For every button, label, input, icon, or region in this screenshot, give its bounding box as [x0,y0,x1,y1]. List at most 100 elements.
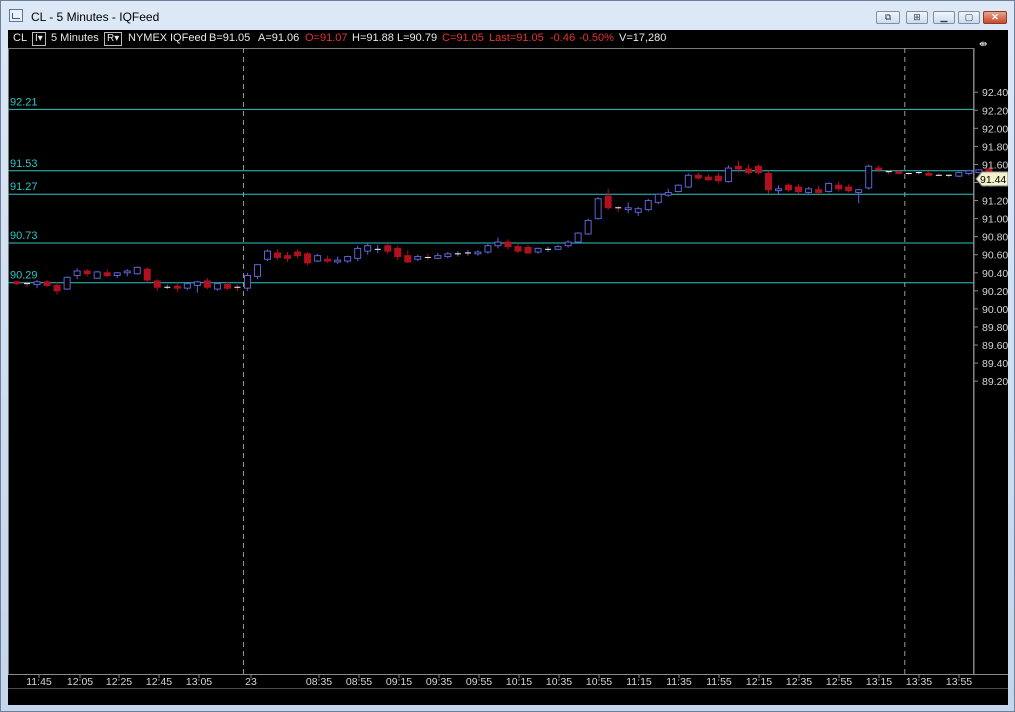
candle-body [955,172,963,177]
candle-body [103,272,111,277]
candle [113,271,121,279]
candle-body [274,252,282,258]
x-tick-label: 09:35 [426,676,452,688]
candle-body [13,281,21,285]
restore-pane-button[interactable]: ⧉ [876,11,900,24]
candle [624,202,632,214]
candle [334,256,342,264]
candle [594,196,602,220]
x-tick-label: 13:15 [866,676,892,688]
candle [524,244,532,254]
candle-body [53,284,61,292]
candle [514,243,522,253]
plot-frame [8,48,974,675]
candle [674,184,682,193]
candle-body [284,255,292,259]
candle [164,284,171,290]
candle [344,255,352,263]
candle [364,243,372,255]
candle [103,269,111,278]
candle [754,164,762,175]
candle [394,245,402,261]
candle-body [223,284,231,289]
candlestick-chart[interactable]: 92.4092.2092.0091.8091.6091.4091.2091.00… [8,30,1008,705]
candle [925,171,933,177]
y-tick-label: 90.80 [982,232,1008,244]
title-bar[interactable]: CL - 5 Minutes - IQFeed ⧉ ⊞ ▁ ▢ ✕ [1,1,1014,29]
candle-body [805,188,813,193]
candle-body [865,165,873,189]
candle [243,272,251,291]
chart-window: CL - 5 Minutes - IQFeed ⧉ ⊞ ▁ ▢ ✕ 92.40 9… [0,0,1015,712]
candle [484,243,492,254]
candle [73,268,81,280]
y-tick-label: 91.80 [982,141,1008,153]
candle [795,184,803,195]
candle-body [634,208,642,213]
candle [574,232,582,244]
candle [935,173,942,177]
candle [534,247,542,254]
chart-app-icon [9,9,23,22]
y-tick-label: 89.80 [982,322,1008,334]
interval-label: 5 Minutes [51,32,99,44]
candle-body [153,280,161,288]
x-tick-label: 12:05 [67,676,93,688]
candle-body [243,275,251,289]
candle-body [183,283,191,289]
candle-body [684,174,692,188]
candle [414,254,422,262]
x-tick-label: 09:15 [386,676,412,688]
range-dropdown[interactable]: R▾ [104,32,123,46]
maximize-button[interactable]: ▢ [958,11,980,24]
minimize-button[interactable]: ▁ [933,11,955,24]
candle-body [73,270,81,277]
y-tick-label: 89.60 [982,340,1008,352]
candle-body [384,245,392,252]
candle-body [344,256,352,262]
candle-body [825,182,833,193]
candle-body [264,250,271,260]
candle [664,188,672,197]
candle-body [253,264,261,277]
candle-body [925,172,933,176]
expand-icon[interactable]: ⇼ [979,39,987,50]
exchange-label: NYMEX [128,32,168,44]
price-chart[interactable]: 92.4092.2092.0091.8091.6091.4091.2091.00… [8,30,1008,705]
y-tick-label: 91.00 [982,214,1008,226]
x-tick-label: 10:15 [506,676,532,688]
y-tick-label: 89.20 [982,376,1008,388]
y-tick-label: 92.40 [982,87,1008,99]
level-label: 91.53 [10,158,38,170]
candle-body [694,174,702,179]
candle-body [193,281,201,286]
candle [53,281,61,295]
candle-body [845,186,853,192]
candle [634,206,642,216]
candle [153,279,161,291]
candle-body [324,258,332,262]
high-value: H=91.88 [352,32,394,44]
candle-body [394,247,402,258]
candle-body [304,253,312,264]
candle [584,218,592,235]
candle [494,237,502,249]
candle-body [754,165,762,174]
candle [744,164,752,175]
candle [424,253,431,261]
candle [274,249,282,261]
candle [564,240,572,248]
close-value: C=91.05 [442,32,484,44]
candle [545,246,552,253]
candle-body [314,255,322,262]
tile-button[interactable]: ⊞ [906,11,928,24]
close-button[interactable]: ✕ [983,11,1007,24]
candle-body [404,255,412,263]
candle [143,267,151,283]
candle-body [294,251,302,257]
x-tick-label: 09:55 [466,676,492,688]
candle-body [674,184,682,193]
candle [253,263,261,280]
candle [264,249,271,262]
interval-dropdown[interactable]: I▾ [32,32,46,46]
